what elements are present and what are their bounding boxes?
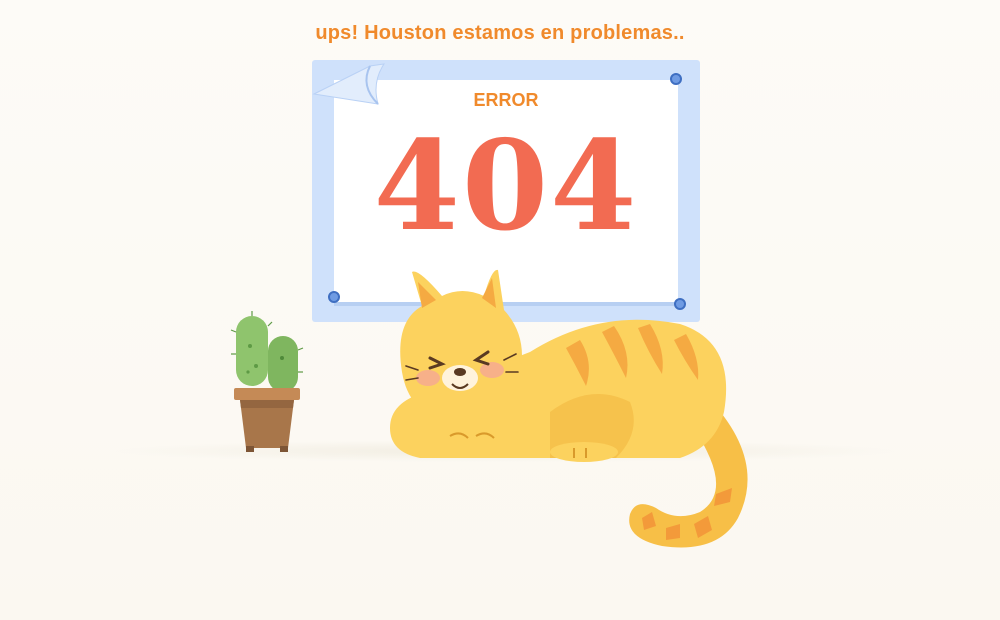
error-code: 404: [373, 114, 639, 259]
pin-top-right: [670, 73, 682, 85]
error-page: ups! Houston estamos en problemas.. ERRO…: [0, 0, 1000, 620]
pin-bottom-left: [328, 291, 340, 303]
cat-icon: [390, 269, 748, 548]
cactus-icon: [230, 311, 304, 452]
page-headline: ups! Houston estamos en problemas..: [315, 22, 685, 44]
error-label: ERROR: [473, 90, 539, 110]
